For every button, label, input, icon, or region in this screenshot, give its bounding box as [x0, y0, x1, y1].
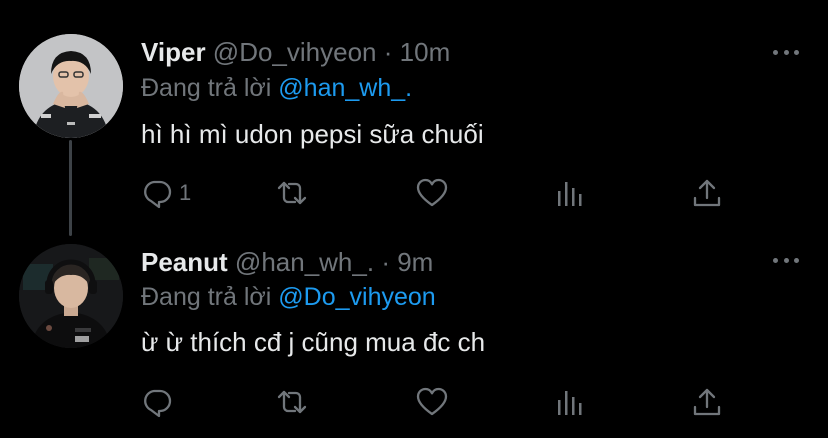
retweet-button[interactable]: [276, 382, 308, 422]
timestamp[interactable]: 10m: [400, 37, 451, 67]
reply-icon: [144, 389, 172, 418]
stats-button[interactable]: [554, 382, 586, 422]
tweet-header: Viper @Do_vihyeon · 10m: [141, 34, 450, 70]
replying-to-line: Đang trả lời @han_wh_.: [141, 71, 412, 105]
share-icon: [693, 179, 721, 207]
replying-to-label: Đang trả lời: [141, 283, 272, 311]
reply-count: 1: [179, 180, 192, 205]
replying-to-mention[interactable]: @han_wh_.: [278, 74, 412, 102]
like-button[interactable]: [416, 382, 448, 422]
reply-icon: [144, 180, 172, 209]
replying-to-label: Đang trả lời: [141, 74, 272, 102]
replying-to-line: Đang trả lời @Do_vihyeon: [141, 280, 436, 314]
tweet-actions: [0, 382, 828, 422]
reply-button[interactable]: 1: [141, 173, 191, 213]
stats-button[interactable]: [554, 173, 586, 213]
tweet-viper[interactable]: Viper @Do_vihyeon · 10m Đang trả lời @ha…: [0, 0, 828, 228]
reply-button[interactable]: [141, 382, 179, 422]
stats-icon: [558, 391, 582, 415]
more-options-icon[interactable]: [773, 255, 799, 265]
heart-icon: [416, 178, 448, 207]
display-name[interactable]: Viper: [141, 37, 206, 67]
username-handle[interactable]: @Do_vihyeon: [213, 37, 377, 67]
share-icon: [693, 388, 721, 416]
like-button[interactable]: [416, 173, 448, 213]
retweet-icon: [277, 181, 307, 205]
tweet-actions: 1: [0, 173, 828, 213]
avatar-peanut[interactable]: [19, 244, 123, 348]
display-name[interactable]: Peanut: [141, 247, 228, 277]
retweet-button[interactable]: [276, 173, 308, 213]
separator-dot: ·: [381, 247, 390, 277]
heart-icon: [416, 387, 448, 416]
tweet-text: hì hì mì udon pepsi sữa chuối: [141, 119, 484, 149]
share-button[interactable]: [691, 382, 723, 422]
avatar-viper[interactable]: [19, 34, 123, 138]
separator-dot: ·: [383, 37, 393, 67]
more-options-icon[interactable]: [773, 47, 799, 57]
tweet-header: Peanut @han_wh_. · 9m: [141, 244, 433, 280]
stats-icon: [558, 182, 582, 206]
username-handle[interactable]: @han_wh_.: [235, 247, 374, 277]
replying-to-mention[interactable]: @Do_vihyeon: [278, 283, 435, 311]
retweet-icon: [277, 390, 307, 414]
tweet-peanut[interactable]: Peanut @han_wh_. · 9m Đang trả lời @Do_v…: [0, 228, 828, 438]
tweet-text: ừ ừ thích cđ j cũng mua đc ch: [141, 327, 486, 357]
share-button[interactable]: [691, 173, 723, 213]
timestamp[interactable]: 9m: [397, 247, 433, 277]
